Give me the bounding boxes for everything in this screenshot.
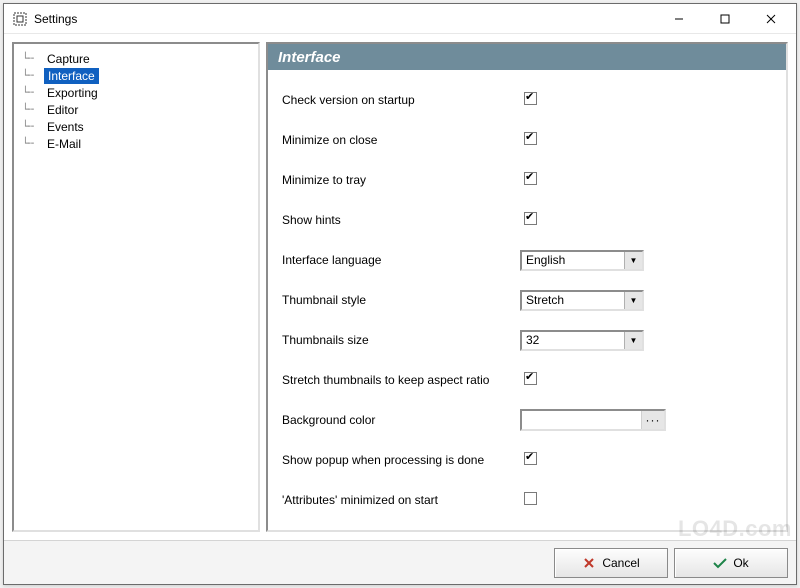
- setting-label: Show popup when processing is done: [282, 453, 520, 467]
- sidebar-item-exporting[interactable]: └╌ Exporting: [16, 84, 256, 101]
- tree-branch-icon: └╌: [22, 120, 44, 133]
- row-attributes-minimized: 'Attributes' minimized on start: [282, 480, 778, 520]
- interface-language-combo[interactable]: English ▼: [520, 250, 644, 271]
- setting-label: Thumbnails size: [282, 333, 520, 347]
- settings-scroll[interactable]: Check version on startup Minimize on clo…: [268, 70, 786, 530]
- settings-window: Settings └╌ Capture └╌ Interface: [3, 3, 797, 585]
- row-stretch-aspect: Stretch thumbnails to keep aspect ratio: [282, 360, 778, 400]
- setting-label: Interface language: [282, 253, 520, 267]
- setting-label: Minimize on close: [282, 133, 520, 147]
- sidebar-item-editor[interactable]: └╌ Editor: [16, 101, 256, 118]
- row-minimize-on-close: Minimize on close: [282, 120, 778, 160]
- setting-label: Check version on startup: [282, 93, 520, 107]
- main-panel: Interface Check version on startup Minim…: [266, 42, 788, 532]
- row-interface-language: Interface language English ▼: [282, 240, 778, 280]
- close-button[interactable]: [748, 5, 794, 33]
- app-icon: [12, 11, 28, 27]
- row-background-color: Background color ···: [282, 400, 778, 440]
- show-popup-checkbox[interactable]: [524, 452, 537, 465]
- row-minimize-to-tray: Minimize to tray: [282, 160, 778, 200]
- sidebar-item-interface[interactable]: └╌ Interface: [16, 67, 256, 84]
- tree-branch-icon: └╌: [22, 52, 44, 65]
- row-show-popup: Show popup when processing is done: [282, 440, 778, 480]
- background-color-picker[interactable]: ···: [520, 409, 666, 431]
- setting-label: Thumbnail style: [282, 293, 520, 307]
- sidebar-item-label: Editor: [44, 103, 81, 117]
- section-header: Interface: [268, 44, 786, 70]
- sidebar-item-email[interactable]: └╌ E-Mail: [16, 135, 256, 152]
- sidebar-item-events[interactable]: └╌ Events: [16, 118, 256, 135]
- color-swatch: [522, 411, 642, 429]
- maximize-button[interactable]: [702, 5, 748, 33]
- thumbnails-size-combo[interactable]: 32 ▼: [520, 330, 644, 351]
- setting-label: Minimize to tray: [282, 173, 520, 187]
- body: └╌ Capture └╌ Interface └╌ Exporting └╌ …: [4, 34, 796, 540]
- minimize-button[interactable]: [656, 5, 702, 33]
- button-label: Ok: [733, 556, 748, 570]
- tree-branch-icon: └╌: [22, 137, 44, 150]
- check-icon: [713, 556, 727, 570]
- sidebar-item-label: Capture: [44, 52, 93, 66]
- chevron-down-icon: ▼: [624, 252, 642, 269]
- sidebar: └╌ Capture └╌ Interface └╌ Exporting └╌ …: [12, 42, 260, 532]
- sidebar-item-label: Exporting: [44, 86, 101, 100]
- sidebar-item-label: E-Mail: [44, 137, 84, 151]
- tree-branch-icon: └╌: [22, 103, 44, 116]
- ellipsis-icon: ···: [642, 411, 664, 429]
- sidebar-item-label: Interface: [44, 68, 99, 84]
- setting-label: Stretch thumbnails to keep aspect ratio: [282, 373, 520, 387]
- ok-button[interactable]: Ok: [674, 548, 788, 578]
- setting-label: Show hints: [282, 213, 520, 227]
- combo-value: 32: [526, 333, 624, 347]
- combo-value: English: [526, 253, 624, 267]
- chevron-down-icon: ▼: [624, 332, 642, 349]
- row-thumbnails-size: Thumbnails size 32 ▼: [282, 320, 778, 360]
- row-show-hints: Show hints: [282, 200, 778, 240]
- row-thumbnail-style: Thumbnail style Stretch ▼: [282, 280, 778, 320]
- tree-branch-icon: └╌: [22, 86, 44, 99]
- combo-value: Stretch: [526, 293, 624, 307]
- sidebar-item-label: Events: [44, 120, 87, 134]
- row-check-version: Check version on startup: [282, 80, 778, 120]
- minimize-on-close-checkbox[interactable]: [524, 132, 537, 145]
- titlebar: Settings: [4, 4, 796, 34]
- tree-branch-icon: └╌: [22, 69, 44, 82]
- sidebar-item-capture[interactable]: └╌ Capture: [16, 50, 256, 67]
- check-version-checkbox[interactable]: [524, 92, 537, 105]
- show-hints-checkbox[interactable]: [524, 212, 537, 225]
- stretch-aspect-checkbox[interactable]: [524, 372, 537, 385]
- attributes-minimized-checkbox[interactable]: [524, 492, 537, 505]
- button-label: Cancel: [602, 556, 639, 570]
- cancel-button[interactable]: Cancel: [554, 548, 668, 578]
- setting-label: Background color: [282, 413, 520, 427]
- cross-icon: [582, 556, 596, 570]
- settings-tree: └╌ Capture └╌ Interface └╌ Exporting └╌ …: [16, 50, 256, 152]
- window-title: Settings: [34, 12, 77, 26]
- minimize-to-tray-checkbox[interactable]: [524, 172, 537, 185]
- footer: Cancel Ok: [4, 540, 796, 584]
- thumbnail-style-combo[interactable]: Stretch ▼: [520, 290, 644, 311]
- setting-label: 'Attributes' minimized on start: [282, 493, 520, 507]
- chevron-down-icon: ▼: [624, 292, 642, 309]
